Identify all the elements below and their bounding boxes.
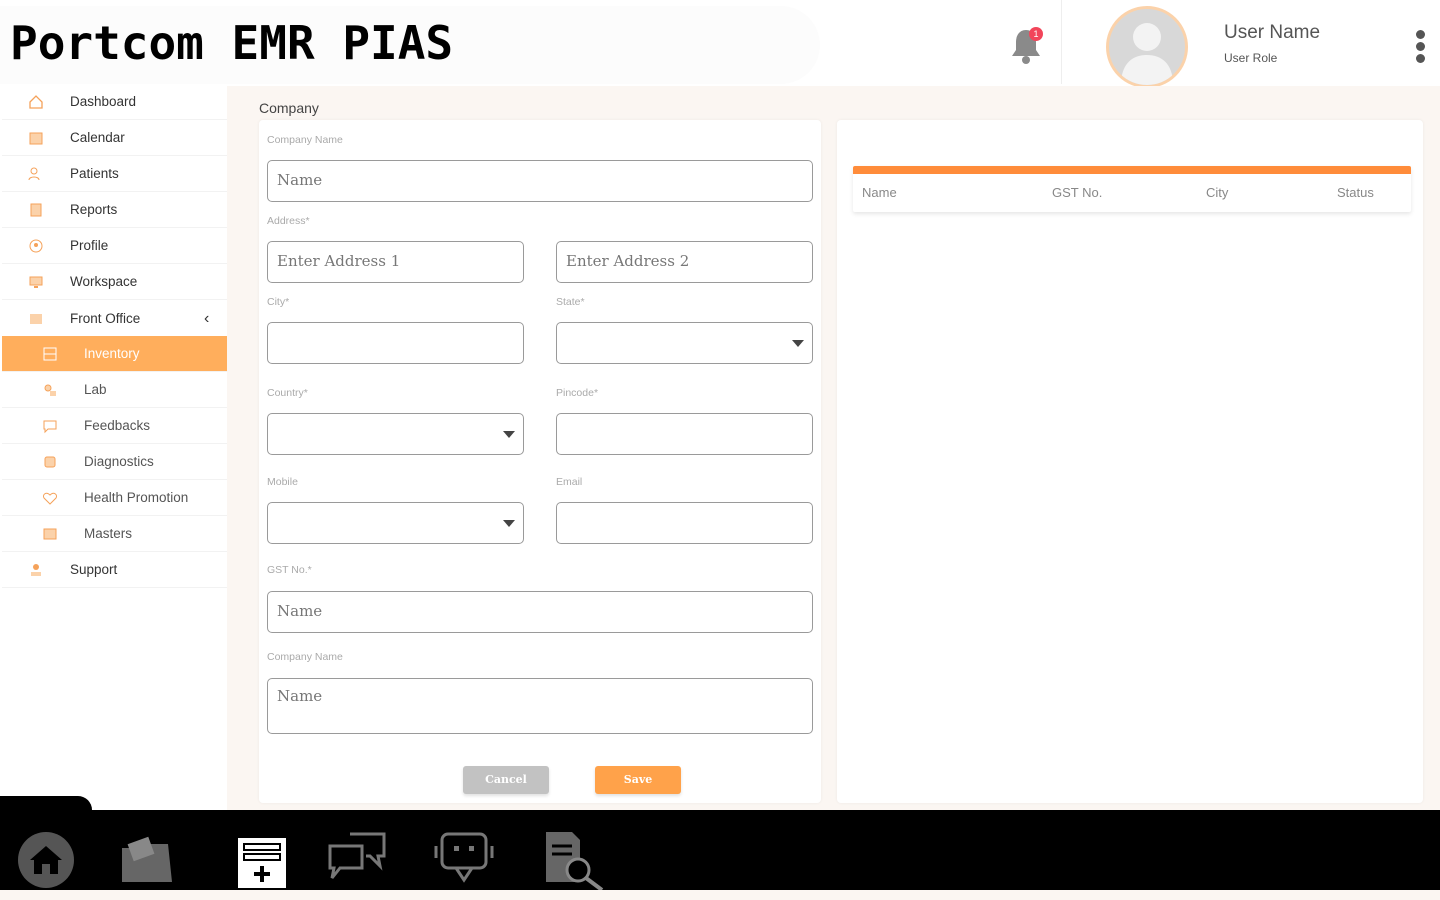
reports-icon: [30, 203, 42, 216]
company-table-card: Name GST No. City Status: [837, 120, 1423, 803]
dropdown-caret-icon: [503, 431, 515, 438]
sidebar-item-lab[interactable]: Lab: [2, 372, 227, 408]
sidebar-item-label: Reports: [70, 202, 118, 217]
sidebar-item-label: Feedbacks: [84, 418, 151, 433]
chevron-left-icon[interactable]: ‹: [204, 310, 209, 328]
sidebar-item-label: Dashboard: [70, 94, 137, 109]
chat-icon[interactable]: [326, 826, 390, 890]
medical-record-icon[interactable]: [230, 826, 294, 890]
sidebar-item-dashboard[interactable]: Dashboard: [2, 84, 227, 120]
inventory-icon: [43, 347, 57, 360]
address-label: Address*: [267, 215, 310, 227]
section-title: Company: [259, 100, 319, 116]
company-name2-label: Company Name: [267, 651, 343, 663]
sidebar-item-label: Diagnostics: [84, 454, 154, 469]
more-options-icon[interactable]: [1410, 28, 1430, 68]
city-input[interactable]: [267, 322, 524, 364]
cancel-button[interactable]: Cancel: [463, 766, 549, 794]
avatar[interactable]: [1106, 6, 1188, 88]
sidebar-item-label: Masters: [84, 526, 133, 541]
sidebar-item-diagnostics[interactable]: Diagnostics: [2, 444, 227, 480]
masters-icon: [43, 528, 57, 539]
diagnostics-icon: [44, 456, 56, 467]
company-name2-input[interactable]: Name: [267, 678, 813, 734]
address1-input[interactable]: Enter Address 1: [267, 241, 524, 283]
sidebar-item-label: Inventory: [84, 346, 140, 361]
dropdown-caret-icon: [792, 340, 804, 347]
city-label: City*: [267, 296, 290, 308]
address2-input[interactable]: Enter Address 2: [556, 241, 813, 283]
sidebar-item-masters[interactable]: Masters: [2, 516, 227, 552]
table-header: Name GST No. City Status: [853, 166, 1411, 212]
folder-icon[interactable]: [116, 826, 180, 890]
patients-icon: [28, 167, 40, 180]
sidebar-item-calendar[interactable]: Calendar: [2, 120, 227, 156]
home-icon: [29, 94, 43, 109]
email-label: Email: [556, 476, 583, 488]
mobile-select[interactable]: [267, 502, 524, 544]
company-form: Company Name Name Address* Enter Address…: [259, 120, 821, 803]
sidebar-item-patients[interactable]: Patients: [2, 156, 227, 192]
sidebar-item-support[interactable]: Support: [2, 552, 227, 588]
sidebar-item-label: Calendar: [70, 130, 125, 145]
app-title-bar: Portcom EMR PIAS: [0, 6, 820, 84]
state-select[interactable]: [556, 322, 813, 364]
sidebar-item-reports[interactable]: Reports: [2, 192, 227, 228]
bottom-dock: [0, 810, 1440, 890]
country-label: Country*: [267, 387, 308, 399]
save-button[interactable]: Save: [595, 766, 681, 794]
app-title: Portcom EMR PIAS: [10, 16, 454, 70]
profile-icon: [29, 239, 43, 252]
main-content: Company Company Name Name Address* Enter…: [227, 86, 1440, 810]
gst-input[interactable]: Name: [267, 591, 813, 633]
gst-label: GST No.*: [267, 564, 312, 576]
health-icon: [43, 492, 57, 505]
header: Portcom EMR PIAS 1 User Name User Role: [0, 0, 1440, 88]
header-divider: [1061, 0, 1062, 84]
column-header-city[interactable]: City: [1206, 185, 1228, 200]
column-header-status[interactable]: Status: [1337, 185, 1374, 200]
sidebar-item-label: Workspace: [70, 274, 138, 289]
feedback-icon: [43, 420, 57, 433]
sidebar-item-feedbacks[interactable]: Feedbacks: [2, 408, 227, 444]
company-name-label: Company Name: [267, 134, 343, 146]
monitor-icon: [29, 276, 43, 288]
sidebar-item-health-promotion[interactable]: Health Promotion: [2, 480, 227, 516]
pincode-input[interactable]: [556, 413, 813, 455]
bot-icon[interactable]: [432, 826, 496, 890]
sidebar-item-front-office[interactable]: Front Office ‹: [2, 300, 227, 338]
sidebar-item-label: Front Office: [70, 311, 141, 326]
user-role: User Role: [1224, 51, 1278, 65]
front-office-icon: [30, 313, 42, 324]
sidebar-item-workspace[interactable]: Workspace: [2, 264, 227, 300]
sidebar-item-profile[interactable]: Profile: [2, 228, 227, 264]
bottom-strip: [0, 890, 1440, 900]
pincode-label: Pincode*: [556, 387, 599, 399]
company-name-input[interactable]: Name: [267, 160, 813, 202]
country-select[interactable]: [267, 413, 524, 455]
email-input[interactable]: [556, 502, 813, 544]
user-name: User Name: [1224, 22, 1321, 43]
support-icon: [31, 563, 41, 576]
calendar-icon: [29, 132, 43, 144]
mobile-label: Mobile: [267, 476, 298, 488]
lab-icon: [44, 384, 56, 396]
sidebar: Dashboard Calendar Patients Reports Prof…: [2, 84, 227, 796]
column-header-gst[interactable]: GST No.: [1052, 185, 1102, 200]
sidebar-item-inventory[interactable]: Inventory: [2, 336, 227, 372]
sidebar-item-label: Health Promotion: [84, 490, 189, 505]
sidebar-item-label: Lab: [84, 382, 107, 397]
notification-badge: 1: [1029, 27, 1043, 41]
document-search-icon[interactable]: [542, 826, 606, 890]
home-icon[interactable]: [14, 826, 78, 890]
state-label: State*: [556, 296, 585, 308]
column-header-name[interactable]: Name: [862, 185, 897, 200]
dropdown-caret-icon: [503, 520, 515, 527]
sidebar-item-label: Profile: [70, 238, 109, 253]
sidebar-item-label: Patients: [70, 166, 119, 181]
sidebar-item-label: Support: [70, 562, 118, 577]
user-silhouette-icon: [1121, 23, 1173, 85]
